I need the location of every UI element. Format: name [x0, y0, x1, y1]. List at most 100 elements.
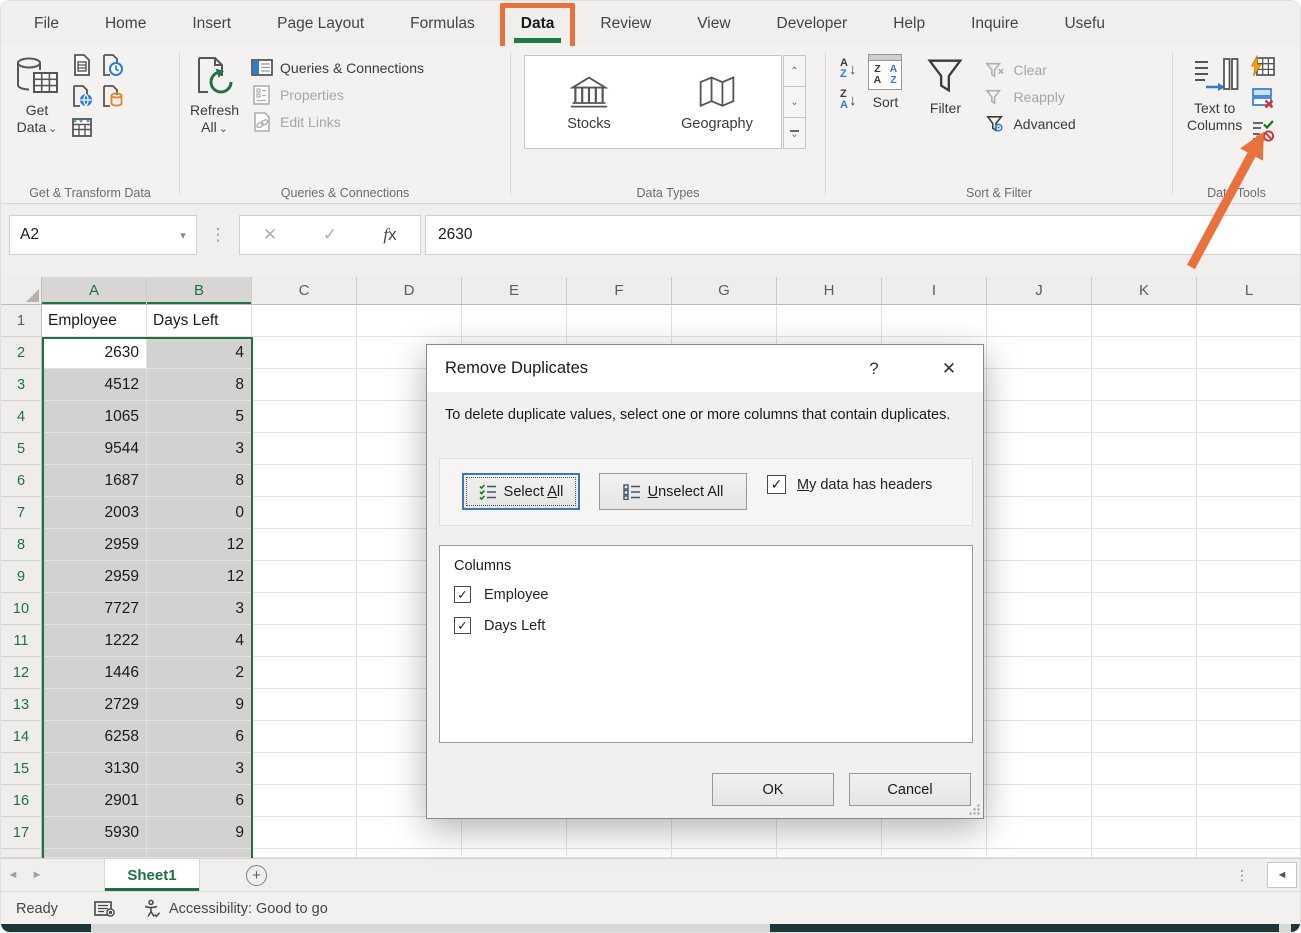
dialog-close-button[interactable]: ✕ — [929, 345, 969, 392]
cell-b11[interactable]: 4 — [147, 625, 252, 657]
cell-b12[interactable]: 2 — [147, 657, 252, 689]
cell-a16[interactable]: 2901 — [42, 785, 147, 817]
cell-k7[interactable] — [1092, 497, 1197, 529]
cell-b3[interactable]: 8 — [147, 369, 252, 401]
cell-i17[interactable] — [882, 817, 987, 849]
row-header-11[interactable]: 11 — [1, 625, 42, 657]
cell-b2[interactable]: 4 — [147, 337, 252, 369]
cell-b6[interactable]: 8 — [147, 465, 252, 497]
cell-j18[interactable] — [987, 849, 1092, 858]
cell-a3[interactable]: 4512 — [42, 369, 147, 401]
cell-e1[interactable] — [462, 305, 567, 337]
from-text-csv-button[interactable] — [69, 52, 95, 78]
tab-file[interactable]: File — [11, 1, 82, 46]
column-header-k[interactable]: K — [1092, 277, 1197, 305]
cell-k2[interactable] — [1092, 337, 1197, 369]
cell-k1[interactable] — [1092, 305, 1197, 337]
cell-j9[interactable] — [987, 561, 1092, 593]
cell-c14[interactable] — [252, 721, 357, 753]
column-option-employee[interactable]: ✓Employee — [454, 586, 548, 603]
sort-button[interactable]: ZAAZ Sort — [868, 46, 902, 203]
cell-l3[interactable] — [1197, 369, 1301, 401]
cell-a12[interactable]: 1446 — [42, 657, 147, 689]
cell-c8[interactable] — [252, 529, 357, 561]
recent-sources-button[interactable] — [99, 52, 125, 78]
cell-a6[interactable]: 1687 — [42, 465, 147, 497]
cell-g1[interactable] — [672, 305, 777, 337]
cell-b1[interactable]: Days Left — [147, 305, 252, 337]
cell-k12[interactable] — [1092, 657, 1197, 689]
cell-d18[interactable] — [357, 849, 462, 858]
cell-j10[interactable] — [987, 593, 1092, 625]
cell-e17[interactable] — [462, 817, 567, 849]
tab-help[interactable]: Help — [870, 1, 948, 46]
text-to-columns-button[interactable]: Text to Columns — [1187, 46, 1242, 203]
sort-ascending-button[interactable]: AZ ↓ — [840, 58, 856, 80]
cell-b10[interactable]: 3 — [147, 593, 252, 625]
from-database-button[interactable] — [99, 83, 125, 109]
row-header-3[interactable]: 3 — [1, 369, 42, 401]
cell-a1[interactable]: Employee — [42, 305, 147, 337]
tab-view[interactable]: View — [674, 1, 753, 46]
row-header-18[interactable] — [1, 849, 42, 858]
cell-k13[interactable] — [1092, 689, 1197, 721]
dialog-resize-grip[interactable] — [968, 803, 981, 816]
cell-l18[interactable] — [1197, 849, 1301, 858]
column-header-g[interactable]: G — [672, 277, 777, 305]
cell-e18[interactable] — [462, 849, 567, 858]
row-header-9[interactable]: 9 — [1, 561, 42, 593]
cell-b13[interactable]: 9 — [147, 689, 252, 721]
cell-l6[interactable] — [1197, 465, 1301, 497]
row-header-8[interactable]: 8 — [1, 529, 42, 561]
cell-l2[interactable] — [1197, 337, 1301, 369]
cell-k16[interactable] — [1092, 785, 1197, 817]
tab-formulas[interactable]: Formulas — [387, 1, 498, 46]
cell-d17[interactable] — [357, 817, 462, 849]
cell-k11[interactable] — [1092, 625, 1197, 657]
column-header-d[interactable]: D — [357, 277, 462, 305]
cancel-entry-icon[interactable]: ✕ — [240, 225, 300, 245]
cell-f18[interactable] — [567, 849, 672, 858]
cell-k14[interactable] — [1092, 721, 1197, 753]
advanced-filter-button[interactable]: Advanced — [984, 110, 1075, 137]
tab-data[interactable]: Data — [498, 1, 578, 46]
row-header-5[interactable]: 5 — [1, 433, 42, 465]
cell-a8[interactable]: 2959 — [42, 529, 147, 561]
cell-l10[interactable] — [1197, 593, 1301, 625]
cell-c1[interactable] — [252, 305, 357, 337]
row-header-13[interactable]: 13 — [1, 689, 42, 721]
column-header-a[interactable]: A — [42, 277, 147, 305]
column-header-j[interactable]: J — [987, 277, 1092, 305]
cancel-button[interactable]: Cancel — [849, 773, 971, 806]
dialog-title-bar[interactable]: Remove Duplicates — [427, 345, 983, 392]
cell-c5[interactable] — [252, 433, 357, 465]
cell-c15[interactable] — [252, 753, 357, 785]
cell-k6[interactable] — [1092, 465, 1197, 497]
cell-j3[interactable] — [987, 369, 1092, 401]
cell-k3[interactable] — [1092, 369, 1197, 401]
cell-j16[interactable] — [987, 785, 1092, 817]
cell-a11[interactable]: 1222 — [42, 625, 147, 657]
tab-insert[interactable]: Insert — [169, 1, 254, 46]
row-header-16[interactable]: 16 — [1, 785, 42, 817]
column-header-l[interactable]: L — [1197, 277, 1301, 305]
sort-descending-button[interactable]: ZA ↓ — [840, 89, 856, 111]
cell-l11[interactable] — [1197, 625, 1301, 657]
cell-a10[interactable]: 7727 — [42, 593, 147, 625]
cell-a2[interactable]: 2630 — [42, 337, 147, 369]
column-header-h[interactable]: H — [777, 277, 882, 305]
column-header-b[interactable]: B — [147, 277, 252, 305]
cell-c7[interactable] — [252, 497, 357, 529]
cell-j4[interactable] — [987, 401, 1092, 433]
from-table-range-button[interactable] — [69, 114, 95, 140]
column-option-days-left[interactable]: ✓Days Left — [454, 617, 545, 634]
cell-l5[interactable] — [1197, 433, 1301, 465]
cell-h18[interactable] — [777, 849, 882, 858]
column-header-i[interactable]: I — [882, 277, 987, 305]
cell-c18[interactable] — [252, 849, 357, 858]
queries-connections-button[interactable]: Queries & Connections — [251, 54, 424, 81]
cell-j6[interactable] — [987, 465, 1092, 497]
sheet-nav-left-icon[interactable]: ◄ — [1, 869, 25, 881]
cell-a15[interactable]: 3130 — [42, 753, 147, 785]
name-box[interactable]: A2 ▾ — [9, 215, 197, 255]
